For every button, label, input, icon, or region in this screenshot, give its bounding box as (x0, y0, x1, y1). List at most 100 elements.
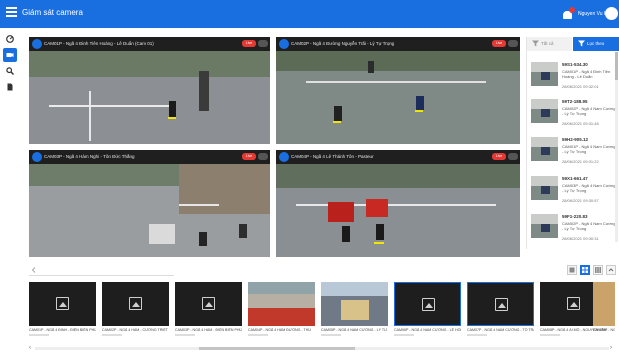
notification-bell-icon[interactable] (563, 7, 575, 20)
camera-tile-label: CAM02P - NGÃ 4 HÀM - CƯỜNG TRIỆT (102, 328, 168, 332)
more-icon[interactable] (258, 40, 268, 47)
camera-icon (279, 152, 289, 162)
app-title: Giám sát camera (22, 8, 83, 17)
camera-tile[interactable]: CAM03P - NGÃ 4 HÀM - ĐIỆN BIÊN PHỦ (175, 282, 242, 342)
camera-nav-icon[interactable] (3, 48, 17, 62)
filter-bar: Tất cả Lọc theo (527, 37, 619, 51)
image-placeholder-icon (422, 298, 435, 311)
dashboard-nav-icon[interactable] (3, 32, 17, 46)
event-plate: 59X1-661.47 (562, 176, 588, 181)
video-title: CAM04P - Ngã 4 Lê Thánh Tôn - Pasteur (291, 154, 374, 159)
event-time: 28/06/2021 09:30:31 (562, 236, 599, 241)
camera-list: CAM01P - NGÃ 4 ĐINH - ĐIỆN BIÊN PHỦ CAM0… (29, 282, 615, 342)
live-badge: Live (492, 153, 506, 160)
filter-by-tab[interactable]: Lọc theo (573, 37, 619, 51)
live-badge: Live (242, 40, 256, 47)
video-frame (276, 51, 520, 144)
event-item[interactable]: 59T2-188.95 CAM02P - Ngã 4 Nam Cường - L… (531, 99, 617, 131)
image-placeholder-icon (129, 297, 142, 310)
event-scrollbar[interactable] (615, 52, 618, 242)
camera-tile-label: CAM09P - NGÃ 4 (593, 328, 615, 332)
grid-9-view-button[interactable] (593, 265, 603, 275)
filter-by-label: Lọc theo (587, 41, 605, 46)
camera-icon (32, 152, 42, 162)
camera-snapshot (248, 282, 315, 326)
video-title: CAM01P - Ngã 4 Đinh Tiên Hoàng - Lê Duẩn… (44, 41, 154, 46)
video-tile-4[interactable]: CAM04P - Ngã 4 Lê Thánh Tôn - Pasteur Li… (276, 150, 520, 257)
camera-list-scrollbar[interactable]: ‹ › (29, 345, 615, 351)
camera-tile[interactable]: CAM07P - NGÃ 4 NAM CƯỜNG - TÔ TRẦN (467, 282, 534, 342)
event-time: 28/06/2021 09:32:01 (562, 84, 599, 89)
side-nav (0, 28, 20, 356)
event-plate: 59H2-905.12 (562, 137, 589, 142)
camera-tile-label: CAM07P - NGÃ 4 NAM CƯỜNG - TÔ TRẦN (467, 328, 534, 332)
event-thumbnail (531, 214, 558, 238)
camera-icon (32, 39, 42, 49)
event-thumbnail (531, 137, 558, 161)
more-icon[interactable] (258, 153, 268, 160)
event-item[interactable]: 59H2-905.12 CAM01P - Ngã 4 Nam Cường - L… (531, 137, 617, 169)
event-location: CAM01P - Ngã 4 Đinh Tiên Hoàng - Lê Duẩn (562, 69, 611, 79)
video-title: CAM02P - Ngã 4 Đường Nguyễn Trãi - Lý Tự… (291, 41, 395, 46)
event-plate: 59T2-188.95 (562, 99, 588, 104)
event-thumbnail (531, 62, 558, 86)
live-badge: Live (242, 153, 256, 160)
camera-icon (279, 39, 289, 49)
video-frame (29, 164, 270, 257)
event-plate: 59F1-220.83 (562, 214, 588, 219)
more-icon[interactable] (508, 40, 518, 47)
video-tile-1[interactable]: CAM01P - Ngã 4 Đinh Tiên Hoàng - Lê Duẩn… (29, 37, 270, 144)
camera-tile-label: CAM05P - NGÃ 4 NAM CƯỜNG - LÝ TỰ (321, 328, 388, 332)
camera-tile[interactable]: CAM01P - NGÃ 4 ĐINH - ĐIỆN BIÊN PHỦ (29, 282, 96, 342)
camera-tile-label: CAM03P - NGÃ 4 HÀM - ĐIỆN BIÊN PHỦ (175, 328, 242, 332)
search-input[interactable] (29, 265, 174, 276)
event-thumbnail (531, 99, 558, 123)
scroll-left-icon[interactable]: ‹ (29, 345, 31, 351)
video-tile-3[interactable]: CAM03P - Ngã 4 Hàm Nghi - Tôn Đức Thắng … (29, 150, 270, 257)
camera-tile-label: CAM04P - NGÃ 4 HÀM ĐƯỜNG - THỦ (248, 328, 311, 332)
event-thumbnail (531, 176, 558, 200)
app-header: Giám sát camera Nguyen Vu Hai (0, 0, 619, 28)
event-item[interactable]: 59F1-220.83 CAM02P - Ngã 4 Nam Cường - L… (531, 214, 617, 246)
event-time: 28/06/2021 09:31:22 (562, 159, 599, 164)
event-location: CAM02P - Ngã 4 Nam Cường - Lý Tự Trọng (562, 221, 616, 231)
video-tile-2[interactable]: CAM02P - Ngã 4 Đường Nguyễn Trãi - Lý Tự… (276, 37, 520, 144)
filter-all-tab[interactable]: Tất cả (527, 37, 572, 51)
search-nav-icon[interactable] (3, 64, 17, 78)
camera-tile-label: CAM06P - NGÃ 4 NAM CƯỜNG - LÊ HỒNG (394, 328, 461, 332)
camera-tile[interactable]: CAM05P - NGÃ 4 NAM CƯỜNG - LÝ TỰ (321, 282, 388, 342)
more-icon[interactable] (508, 153, 518, 160)
camera-tile[interactable]: CAM04P - NGÃ 4 HÀM ĐƯỜNG - THỦ (248, 282, 315, 342)
event-location: CAM01P - Ngã 4 Nam Cường - Lý Tự Trọng (562, 144, 616, 154)
event-time: 28/06/2021 09:30:57 (562, 198, 599, 203)
filter-all-label: Tất cả (541, 41, 554, 46)
camera-snapshot (321, 282, 388, 326)
image-placeholder-icon (202, 297, 215, 310)
grid-1-view-button[interactable] (567, 265, 577, 275)
event-location: CAM03P - Ngã 4 Nam Cường - Lý Tự Trọng (562, 183, 616, 193)
image-placeholder-icon (567, 297, 580, 310)
event-time: 28/06/2021 09:31:48 (562, 121, 599, 126)
video-title: CAM03P - Ngã 4 Hàm Nghi - Tôn Đức Thắng (44, 154, 135, 159)
event-item[interactable]: 59S1-534.30 CAM01P - Ngã 4 Đinh Tiên Hoà… (531, 62, 617, 94)
video-frame (29, 51, 270, 144)
image-placeholder-icon (495, 298, 508, 311)
camera-list-toolbar (29, 264, 619, 278)
event-panel: Tất cả Lọc theo 59S1-534.30 CAM01P - Ngã… (526, 37, 619, 249)
grid-4-view-button[interactable] (580, 265, 590, 275)
avatar[interactable] (605, 7, 618, 20)
image-placeholder-icon (56, 297, 69, 310)
camera-snapshot (593, 282, 615, 326)
menu-icon[interactable] (6, 7, 17, 17)
camera-tile-label: CAM01P - NGÃ 4 ĐINH - ĐIỆN BIÊN PHỦ (29, 328, 96, 332)
report-nav-icon[interactable] (3, 80, 17, 94)
scroll-right-icon[interactable]: › (610, 345, 612, 351)
camera-tile[interactable]: CAM02P - NGÃ 4 HÀM - CƯỜNG TRIỆT (102, 282, 169, 342)
camera-tile[interactable]: CAM06P - NGÃ 4 NAM CƯỜNG - LÊ HỒNG (394, 282, 461, 342)
event-item[interactable]: 59X1-661.47 CAM03P - Ngã 4 Nam Cường - L… (531, 176, 617, 208)
event-plate: 59S1-534.30 (562, 62, 588, 67)
collapse-icon[interactable] (606, 265, 616, 275)
camera-tile[interactable]: CAM09P - NGÃ 4 (593, 282, 615, 342)
video-frame (276, 164, 520, 257)
live-badge: Live (492, 40, 506, 47)
